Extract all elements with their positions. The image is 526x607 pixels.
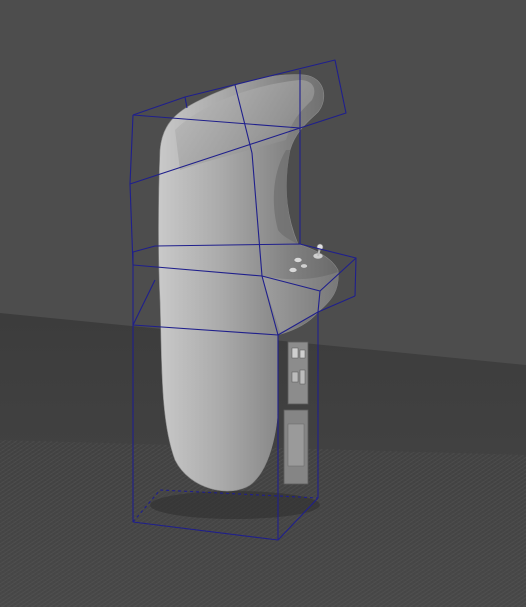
button-icon[interactable] <box>293 257 303 263</box>
lower-panel-inset <box>287 423 305 467</box>
button-icon[interactable] <box>300 263 308 269</box>
coin-slot-icon <box>299 349 306 359</box>
coin-slot-icon <box>291 371 299 383</box>
button-icon[interactable] <box>288 267 298 273</box>
front-panels[interactable] <box>283 341 309 485</box>
coin-slot-icon <box>291 347 299 359</box>
coin-slot-icon <box>299 369 306 385</box>
model-shadow <box>150 491 320 519</box>
3d-viewport[interactable] <box>0 0 526 607</box>
scene-canvas[interactable] <box>0 0 526 607</box>
